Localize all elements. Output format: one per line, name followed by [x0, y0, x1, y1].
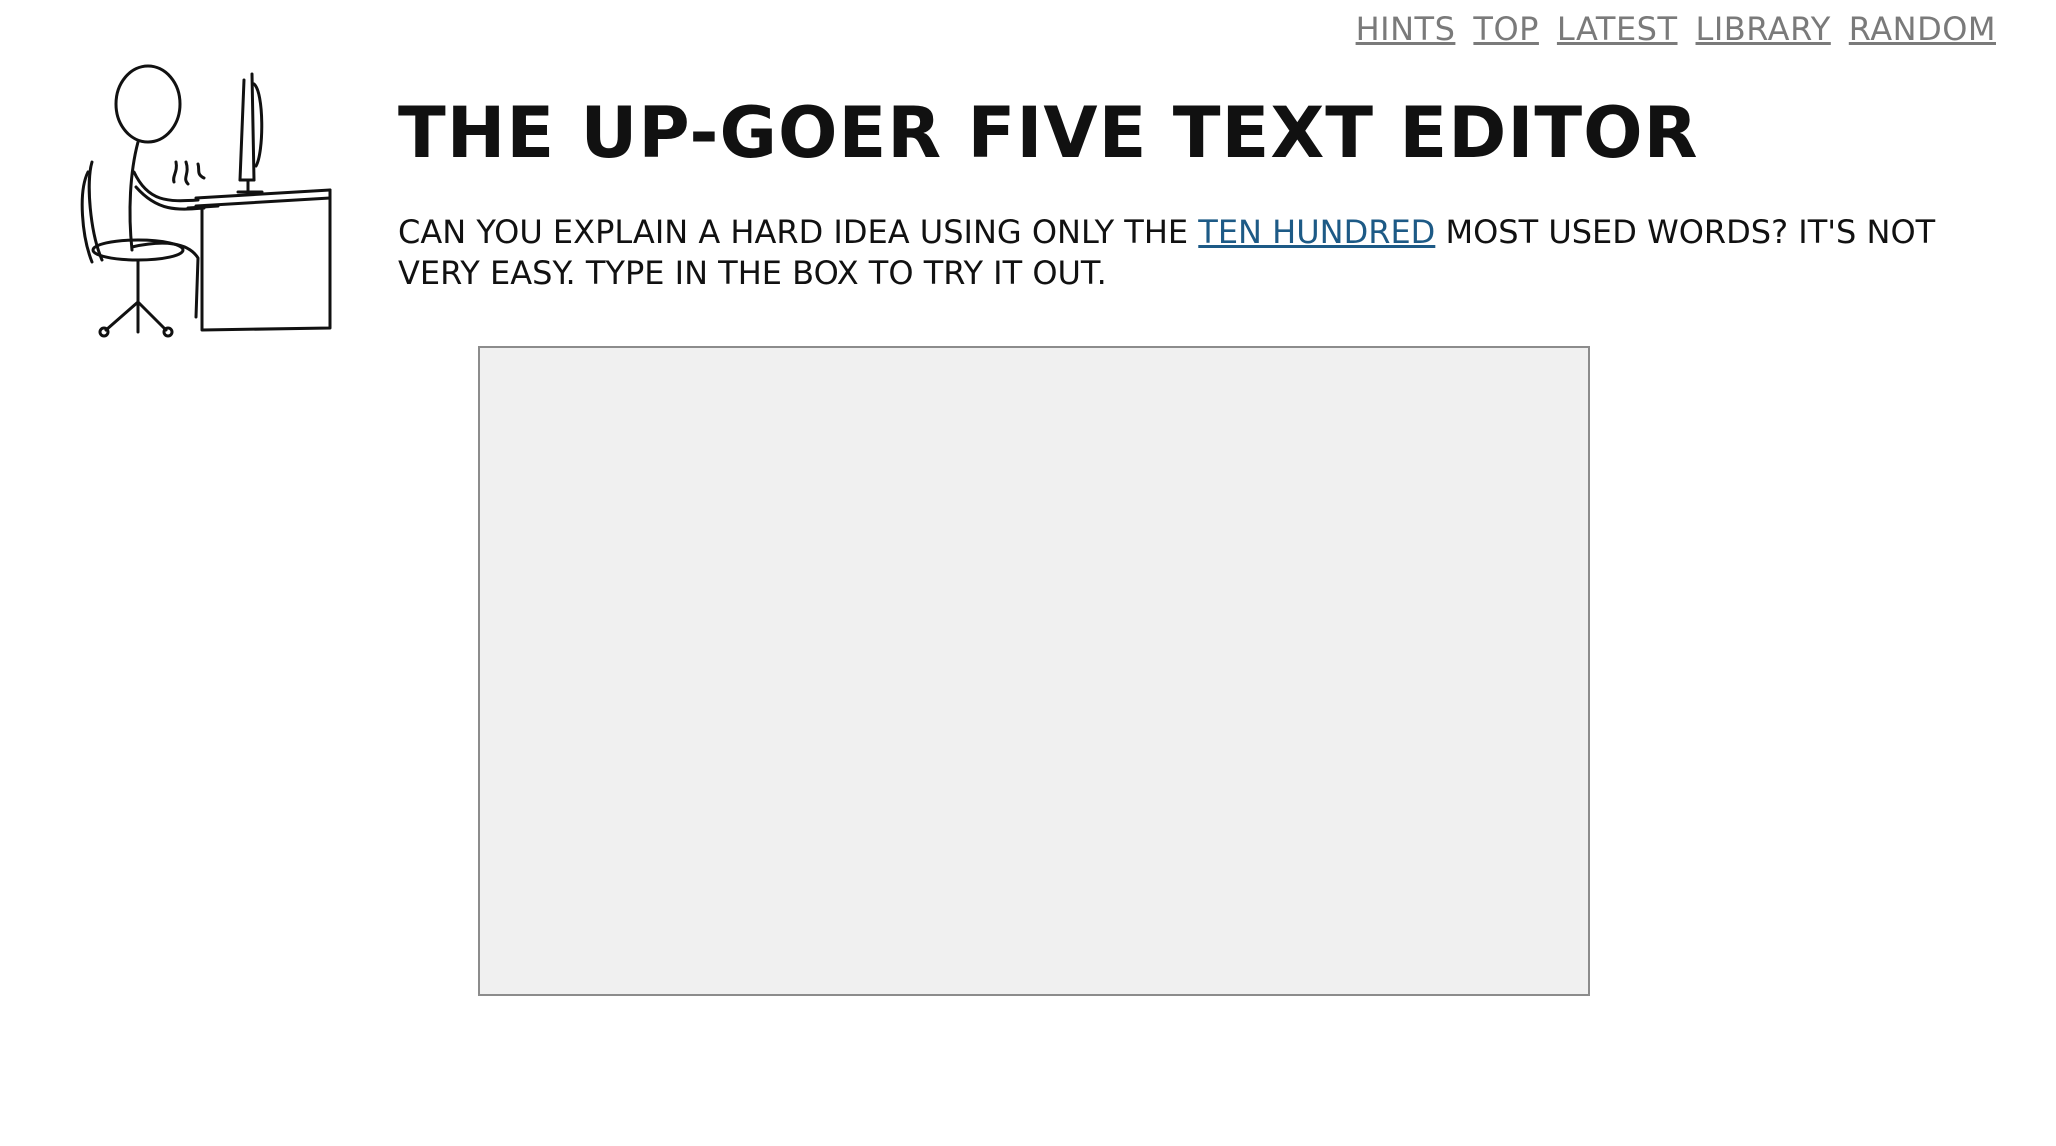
- page: HINTS TOP LATEST LIBRARY RANDOM THE UP-G…: [0, 0, 2056, 1146]
- nav-link-library[interactable]: LIBRARY: [1696, 10, 1831, 48]
- page-title: THE UP-GOER FIVE TEXT EDITOR: [398, 92, 1699, 174]
- text-editor-input[interactable]: [478, 346, 1590, 996]
- ten-hundred-link[interactable]: TEN HUNDRED: [1198, 213, 1435, 251]
- nav-link-latest[interactable]: LATEST: [1557, 10, 1678, 48]
- intro-text-before-link: CAN YOU EXPLAIN A HARD IDEA USING ONLY T…: [398, 213, 1199, 251]
- stick-figure-at-computer-icon: [68, 62, 338, 342]
- nav-link-hints[interactable]: HINTS: [1356, 10, 1456, 48]
- nav-link-random[interactable]: RANDOM: [1849, 10, 1996, 48]
- nav-link-top[interactable]: TOP: [1473, 10, 1539, 48]
- top-nav: HINTS TOP LATEST LIBRARY RANDOM: [1356, 10, 1996, 48]
- intro-text: CAN YOU EXPLAIN A HARD IDEA USING ONLY T…: [398, 212, 1998, 294]
